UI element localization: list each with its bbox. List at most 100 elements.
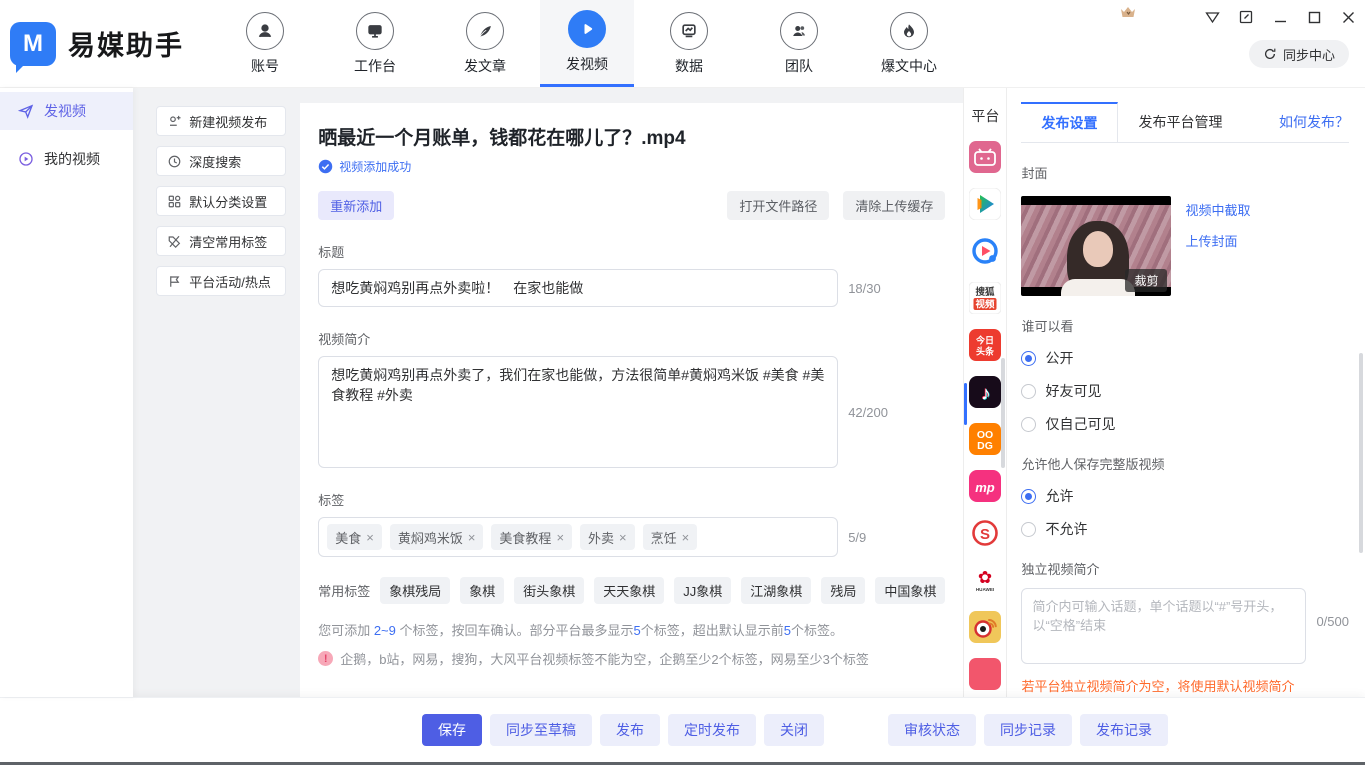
tag-remove-icon[interactable]: × bbox=[556, 530, 564, 545]
deep-search-button[interactable]: 深度搜索 bbox=[156, 146, 286, 176]
radio-friends-only[interactable]: 好友可见 bbox=[1021, 381, 1349, 401]
main-panel: 晒最近一个月账单，钱都花在哪儿了？.mp4 视频添加成功 重新添加 打开文件路径… bbox=[300, 103, 963, 697]
kuaishou-icon[interactable]: OODG bbox=[969, 423, 1001, 455]
nav-team[interactable]: 团队 bbox=[752, 0, 846, 87]
common-tag[interactable]: 江湖象棋 bbox=[741, 577, 811, 604]
dafenghao-mp-icon[interactable]: mp bbox=[969, 470, 1001, 502]
sohu-hao-icon[interactable]: S bbox=[969, 517, 1001, 549]
sync-center-button[interactable]: 同步中心 bbox=[1249, 40, 1349, 68]
panel-scrollbar[interactable] bbox=[1359, 353, 1363, 553]
tag-chip: 美食教程× bbox=[491, 524, 572, 550]
tag-chip: 烹饪× bbox=[643, 524, 698, 550]
nav-data[interactable]: 数据 bbox=[642, 0, 736, 87]
radio-allow[interactable]: 允许 bbox=[1021, 486, 1349, 506]
common-tags-label: 常用标签 bbox=[318, 581, 370, 600]
spacer bbox=[394, 191, 713, 220]
sohu-video-icon[interactable]: 搜狐视频 bbox=[969, 282, 1001, 314]
common-tag[interactable]: 天天象棋 bbox=[594, 577, 664, 604]
video-play-icon bbox=[568, 10, 606, 48]
top-nav: 账号 工作台 发文章 发视频 数据 bbox=[210, 0, 964, 87]
desc-textarea[interactable]: 想吃黄焖鸡别再点外卖了，我们在家也能做，方法很简单#黄焖鸡米饭 #美食 #美食教… bbox=[318, 356, 838, 468]
tab-platform-management[interactable]: 发布平台管理 bbox=[1118, 102, 1242, 142]
radio-disallow[interactable]: 不允许 bbox=[1021, 519, 1349, 539]
radio-label: 不允许 bbox=[1045, 519, 1087, 539]
close-editor-button[interactable]: 关闭 bbox=[764, 714, 824, 746]
screenshot-icon[interactable] bbox=[1237, 8, 1255, 26]
haokan-video-icon[interactable] bbox=[969, 235, 1001, 267]
cover-thumbnail[interactable]: 裁剪 bbox=[1021, 196, 1171, 296]
how-to-publish-link[interactable]: 如何发布？ bbox=[1279, 102, 1349, 142]
douyin-icon[interactable]: ♪♪♪ bbox=[969, 376, 1001, 408]
new-video-publish-button[interactable]: 新建视频发布 bbox=[156, 106, 286, 136]
close-button[interactable] bbox=[1339, 8, 1357, 26]
huawei-icon[interactable]: ✿HUAWEI bbox=[969, 564, 1001, 596]
radio-private[interactable]: 仅自己可见 bbox=[1021, 414, 1349, 434]
tag-remove-icon[interactable]: × bbox=[366, 530, 374, 545]
open-file-path-button[interactable]: 打开文件路径 bbox=[727, 191, 829, 220]
action-label: 默认分类设置 bbox=[189, 192, 267, 211]
title-input[interactable]: 想吃黄焖鸡别再点外卖啦！ 在家也能做 bbox=[318, 269, 838, 307]
save-button[interactable]: 保存 bbox=[422, 714, 482, 746]
maximize-button[interactable] bbox=[1305, 8, 1323, 26]
vip-crown-icon[interactable] bbox=[1119, 4, 1137, 20]
tags-input[interactable]: 美食× 黄焖鸡米饭× 美食教程× 外卖 × 烹饪× bbox=[318, 517, 838, 557]
platform-scrollbar[interactable] bbox=[1001, 358, 1005, 468]
common-tag[interactable]: 残局 bbox=[821, 577, 865, 604]
independent-desc-textarea[interactable]: 简介内可输入话题，单个话题以“#”号开头，以“空格”结束 bbox=[1021, 588, 1306, 664]
nav-hot-center[interactable]: 爆文中心 bbox=[862, 0, 956, 87]
platform-activity-button[interactable]: 平台活动/热点 bbox=[156, 266, 286, 296]
common-tag[interactable]: 象棋 bbox=[460, 577, 504, 604]
tag-chip: 黄焖鸡米饭× bbox=[390, 524, 484, 550]
capture-from-video-link[interactable]: 视频中截取 bbox=[1185, 200, 1250, 219]
nav-account[interactable]: 账号 bbox=[218, 0, 312, 87]
tab-publish-settings[interactable]: 发布设置 bbox=[1021, 102, 1118, 142]
svg-text:✿: ✿ bbox=[978, 568, 992, 587]
tag-remove-icon[interactable]: × bbox=[619, 530, 627, 545]
bilibili-icon[interactable] bbox=[969, 141, 1001, 173]
sidebar-item-publish-video[interactable]: 发视频 bbox=[0, 92, 133, 130]
common-tag[interactable]: 中国象棋 bbox=[875, 577, 945, 604]
sync-records-button[interactable]: 同步记录 bbox=[984, 714, 1072, 746]
default-category-button[interactable]: 默认分类设置 bbox=[156, 186, 286, 216]
boss-key-icon[interactable] bbox=[1203, 8, 1221, 26]
sync-to-draft-button[interactable]: 同步至草稿 bbox=[490, 714, 592, 746]
platform-label: 平台 bbox=[971, 106, 999, 126]
common-tag[interactable]: JJ象棋 bbox=[674, 577, 731, 604]
desc-counter: 42/200 bbox=[848, 405, 888, 420]
sidebar-item-my-videos[interactable]: 我的视频 bbox=[0, 140, 133, 178]
clear-common-tags-button[interactable]: 清空常用标签 bbox=[156, 226, 286, 256]
tag-remove-icon[interactable]: × bbox=[468, 530, 476, 545]
minimize-button[interactable] bbox=[1271, 8, 1289, 26]
radio-public[interactable]: 公开 bbox=[1021, 348, 1349, 368]
review-status-button[interactable]: 审核状态 bbox=[888, 714, 976, 746]
tag-text: 外卖 bbox=[588, 528, 614, 547]
tag-chip: 美食× bbox=[327, 524, 382, 550]
nav-publish-video[interactable]: 发视频 bbox=[540, 0, 634, 87]
cover-figure-blouse bbox=[1061, 279, 1135, 296]
tag-chip: 外卖 × bbox=[580, 524, 635, 550]
readd-video-button[interactable]: 重新添加 bbox=[318, 191, 394, 220]
tag-remove-icon[interactable]: × bbox=[682, 530, 690, 545]
left-sidebar: 发视频 我的视频 bbox=[0, 88, 133, 697]
crop-button[interactable]: 裁剪 bbox=[1125, 269, 1167, 292]
publish-button[interactable]: 发布 bbox=[600, 714, 660, 746]
cover-row: 裁剪 视频中截取 上传封面 bbox=[1021, 196, 1349, 296]
nav-publish-article-label: 发文章 bbox=[464, 56, 506, 76]
send-icon bbox=[18, 103, 34, 119]
common-tag[interactable]: 象棋残局 bbox=[380, 577, 450, 604]
action-label: 深度搜索 bbox=[189, 152, 241, 171]
nav-publish-article[interactable]: 发文章 bbox=[438, 0, 532, 87]
tencent-video-icon[interactable] bbox=[969, 188, 1001, 220]
toutiao-icon[interactable]: 今日头条 bbox=[969, 329, 1001, 361]
clear-upload-cache-button[interactable]: 清除上传缓存 bbox=[843, 191, 945, 220]
nav-workbench[interactable]: 工作台 bbox=[328, 0, 422, 87]
schedule-publish-button[interactable]: 定时发布 bbox=[668, 714, 756, 746]
nav-data-label: 数据 bbox=[675, 56, 703, 76]
publish-records-button[interactable]: 发布记录 bbox=[1080, 714, 1168, 746]
title-label: 标题 bbox=[318, 242, 945, 261]
weibo-icon[interactable] bbox=[969, 611, 1001, 643]
partial-platform-icon[interactable] bbox=[969, 658, 1001, 690]
common-tag[interactable]: 街头象棋 bbox=[514, 577, 584, 604]
upload-cover-link[interactable]: 上传封面 bbox=[1185, 231, 1250, 250]
common-tags-row: 常用标签 象棋残局 象棋 街头象棋 天天象棋 JJ象棋 江湖象棋 残局 中国象棋 bbox=[318, 577, 945, 604]
